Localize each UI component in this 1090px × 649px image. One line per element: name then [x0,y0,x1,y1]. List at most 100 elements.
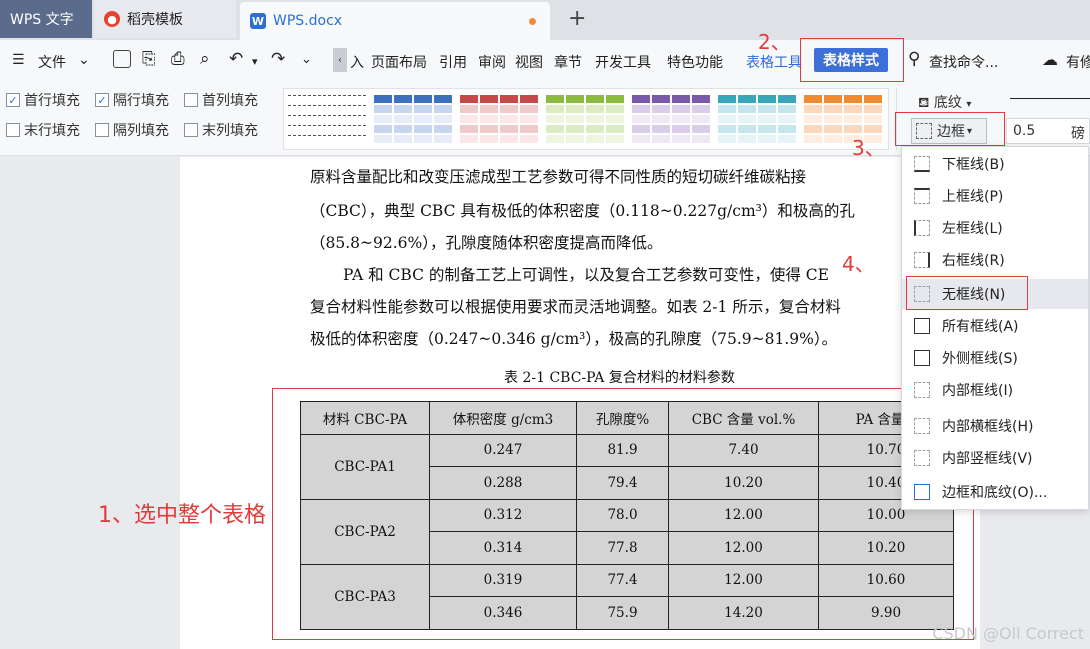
line-style-sample[interactable] [1010,98,1090,99]
tab-wps-writer[interactable]: WPS 文字 [0,0,92,38]
tab-document[interactable]: W WPS.docx [240,2,550,40]
checkbox-first-row-fill[interactable]: ✓ 首行填充 [6,90,80,110]
checkbox-label: 隔列填充 [113,123,169,139]
menu-item-label: 上框线(P) [942,189,1004,205]
annotation-step2: 2、 [758,30,791,54]
border-inside-v-icon [914,450,930,466]
menu-view[interactable]: 视图 [515,52,543,72]
paragraph-line[interactable]: 极低的体积密度（0.247~0.346 g/cm³），极高的孔隙度（75.9~8… [310,327,837,349]
annotation-box-table-style [800,38,904,82]
tab-bar: WPS 文字 ● 稻壳模板 W WPS.docx + [0,0,1090,40]
paragraph-line[interactable]: 复合材料性能参数可以根据使用要求而灵活地调整。如表 2-1 所示，复合材料 [310,295,841,317]
paint-bucket-icon: ⛾ [918,95,930,111]
menu-chapter[interactable]: 章节 [554,52,582,72]
annotation-box-no-border [906,276,1028,310]
menu-item-inside-borders[interactable]: 内部框线(I) [902,375,1088,405]
line-width-field[interactable]: 0.5 磅 [1006,118,1090,144]
checkbox-first-column-fill[interactable]: 首列填充 [184,90,258,110]
menu-developer[interactable]: 开发工具 [595,52,651,72]
menu-references[interactable]: 引用 [439,52,467,72]
menu-item-right-border[interactable]: 右框线(R) [902,245,1088,275]
checkbox-label: 末列填充 [202,123,258,139]
cloud-status-label[interactable]: 有修 [1066,52,1090,72]
undo-icon[interactable]: ↶ [229,49,243,69]
save-icon[interactable] [113,50,131,68]
table-style-purple[interactable] [632,95,710,145]
menu-item-inside-horizontal-border[interactable]: 内部横框线(H) [902,411,1088,441]
menu-item-bottom-border[interactable]: 下框线(B) [902,149,1088,179]
menu-item-label: 内部横框线(H) [942,419,1034,435]
paragraph-line[interactable]: （CBC），典型 CBC 具有极低的体积密度（0.118~0.227g/cm³）… [310,199,855,221]
chevron-down-icon[interactable]: ⌄ [78,52,90,68]
border-left-icon [914,220,930,236]
search-icon[interactable]: ⚲ [908,49,920,69]
cloud-sync-icon[interactable]: ☁ [1042,50,1058,69]
menu-item-borders-and-shading[interactable]: 边框和底纹(O)... [902,477,1088,507]
table-style-blue[interactable] [374,95,452,145]
menu-item-left-border[interactable]: 左框线(L) [902,213,1088,243]
chevron-down-icon: ▾ [966,99,972,110]
table-style-green[interactable] [546,95,624,145]
shading-button[interactable]: ⛾ 底纹 ▾ [918,92,971,113]
print-icon[interactable]: ⎙ [171,49,185,69]
menu-bar: ☰ 文件 ⌄ ⎘ ⎙ ⌕ ↶ ▾ ↷ ⌄ ‹ 入 页面布局 引用 审阅 视图 章… [0,40,1090,80]
border-top-icon [914,188,930,204]
format-painter-icon[interactable]: ⎘ [142,49,156,69]
table-caption[interactable]: 表 2-1 CBC-PA 复合材料的材料参数 [504,367,735,387]
command-search[interactable]: 查找命令... [929,52,998,72]
checkbox-unchecked-icon [95,123,109,137]
checkbox-last-row-fill[interactable]: 末行填充 [6,120,80,140]
line-width-value: 0.5 [1013,123,1036,139]
menu-insert[interactable]: 入 [350,52,364,72]
border-dropdown-menu: 下框线(B) 上框线(P) 左框线(L) 右框线(R) 无框线(N) 所有框线(… [901,146,1089,510]
tab-daoke-templates[interactable]: ● 稻壳模板 [94,0,236,38]
menu-item-all-borders[interactable]: 所有框线(A) [902,311,1088,341]
menu-review[interactable]: 审阅 [478,52,506,72]
tab-label: WPS 文字 [10,12,74,28]
customize-toolbar-icon[interactable]: ⌄ [301,52,312,67]
borders-shading-icon [914,484,930,500]
checkbox-banded-rows[interactable]: ✓ 隔行填充 [95,90,169,110]
annotation-step4: 4、 [842,252,875,276]
checkbox-last-column-fill[interactable]: 末列填充 [184,120,258,140]
redo-icon[interactable]: ↷ [271,49,285,69]
menu-file[interactable]: 文件 [38,52,66,72]
table-style-gallery [283,88,889,150]
word-doc-icon: W [250,13,266,29]
menu-icon[interactable]: ☰ [12,52,25,68]
annotation-box-border [895,112,1005,146]
checkbox-unchecked-icon [184,123,198,137]
menu-item-label: 边框和底纹(O)... [942,485,1048,501]
menu-item-inside-vertical-border[interactable]: 内部竖框线(V) [902,443,1088,473]
menu-table-tools[interactable]: 表格工具 [746,52,802,72]
new-tab-plus-icon[interactable]: + [568,6,586,31]
line-width-unit: 磅 [1071,126,1085,142]
border-inside-icon [914,382,930,398]
menu-special-features[interactable]: 特色功能 [667,52,723,72]
table-selection-highlight [272,388,974,640]
paragraph-line[interactable]: （85.8~92.6%），孔隙度随体积密度提高而降低。 [310,231,663,253]
paragraph-line[interactable]: PA 和 CBC 的制备工艺上可调性，以及复合工艺参数可变性，使得 CE [343,263,829,285]
menu-item-top-border[interactable]: 上框线(P) [902,181,1088,211]
border-outside-icon [914,350,930,366]
checkbox-unchecked-icon [184,93,198,107]
menu-item-outside-borders[interactable]: 外侧框线(S) [902,343,1088,373]
ribbon-scroll-left-button[interactable]: ‹ [333,48,347,72]
tab-label: WPS.docx [273,13,343,29]
checkbox-label: 末行填充 [24,123,80,139]
menu-item-label: 右框线(R) [942,253,1005,269]
menu-page-layout[interactable]: 页面布局 [371,52,427,72]
border-right-icon [914,252,930,268]
border-all-icon [914,318,930,334]
table-style-red[interactable] [460,95,538,145]
daoke-logo-icon: ● [104,11,120,27]
annotation-step1: 1、选中整个表格 [98,503,266,528]
print-preview-icon[interactable]: ⌕ [200,49,210,69]
checkbox-label: 隔行填充 [113,93,169,109]
table-style-teal[interactable] [718,95,796,145]
paragraph-line[interactable]: 原料含量配比和改变压滤成型工艺参数可得不同性质的短切碳纤维碳粘接 [310,165,806,187]
checkbox-label: 首列填充 [202,93,258,109]
undo-dropdown-icon[interactable]: ▾ [252,55,258,68]
checkbox-banded-columns[interactable]: 隔列填充 [95,120,169,140]
table-style-plain[interactable] [288,95,366,145]
